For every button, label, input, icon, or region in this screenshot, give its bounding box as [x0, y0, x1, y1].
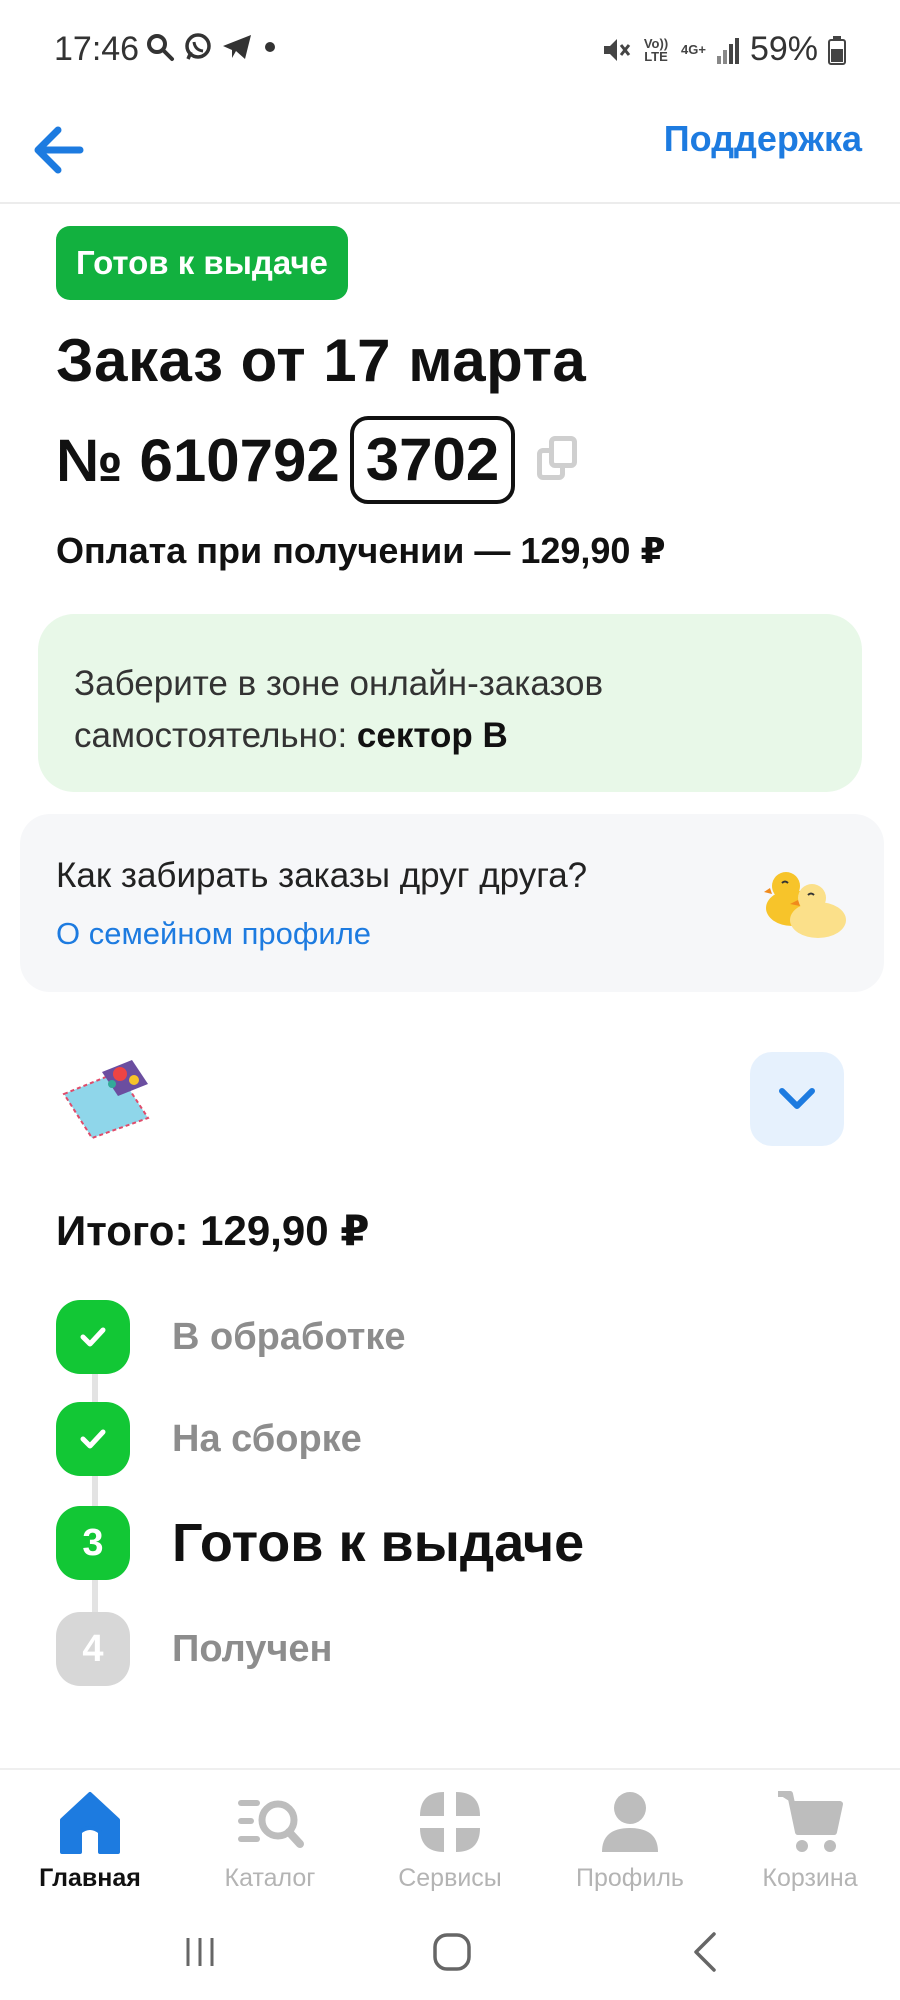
nav-label: Сервисы — [398, 1864, 502, 1892]
step-received: 4 Получен — [56, 1612, 333, 1686]
order-title: Заказ от 17 марта — [56, 327, 587, 394]
volte-icon: Vo)) LTE — [643, 35, 669, 64]
home-button-icon[interactable] — [430, 1930, 474, 1974]
home-icon — [60, 1792, 120, 1854]
back-button-icon[interactable] — [686, 1930, 726, 1974]
status-time: 17:46 — [54, 30, 140, 68]
pickup-info-card: Заберите в зоне онлайн-заказов самостоят… — [38, 614, 862, 792]
step-assembly: На сборке — [56, 1402, 362, 1476]
step-label: На сборке — [172, 1417, 362, 1460]
nav-label: Корзина — [762, 1864, 858, 1892]
family-profile-card[interactable]: Как забирать заказы друг друга? О семейн… — [20, 814, 884, 992]
step-ready: 3 Готов к выдаче — [56, 1506, 584, 1580]
arrow-left-icon[interactable] — [26, 118, 90, 182]
order-number-suffix: 3702 — [349, 416, 516, 504]
status-bar: 17:46 Vo)) LTE 4G+ 59% — [0, 0, 900, 100]
chevron-down-icon — [779, 1088, 815, 1109]
pickup-sector: сектор В — [356, 716, 508, 755]
baby-mat-image[interactable] — [58, 1054, 152, 1140]
search-icon — [147, 34, 174, 61]
step-marker — [56, 1402, 130, 1476]
payment-info: Оплата при получении — 129,90 ₽ — [56, 530, 666, 571]
step-label: Готов к выдаче — [172, 1513, 585, 1573]
app-header: Поддержка — [0, 100, 900, 204]
profile-icon — [602, 1792, 658, 1852]
family-profile-link[interactable]: О семейном профиле — [56, 916, 371, 952]
recent-apps-icon[interactable] — [180, 1932, 220, 1972]
nav-cart[interactable]: Корзина — [720, 1786, 900, 1893]
services-grid-icon — [420, 1792, 480, 1852]
support-link[interactable]: Поддержка — [664, 118, 862, 160]
battery-percent: 59% — [749, 30, 818, 68]
family-question: Как забирать заказы друг друга? — [56, 856, 588, 895]
step-label: Получен — [172, 1627, 333, 1670]
check-icon — [80, 1327, 106, 1347]
catalog-search-icon — [238, 1800, 304, 1848]
step-label: В обработке — [172, 1315, 406, 1358]
nav-home[interactable]: Главная — [0, 1786, 180, 1893]
order-total: Итого: 129,90 ₽ — [56, 1207, 370, 1254]
step-marker: 4 — [56, 1612, 130, 1686]
system-navigation-bar — [0, 1902, 900, 2000]
nav-catalog[interactable]: Каталог — [180, 1786, 360, 1893]
status-left-icons — [145, 32, 279, 62]
network-arrows-icon: 4G+ — [681, 42, 706, 57]
check-icon — [80, 1429, 106, 1449]
ducks-icon — [764, 872, 846, 938]
mute-icon — [604, 38, 631, 61]
battery-icon — [828, 35, 846, 65]
step-processing: В обработке — [56, 1300, 406, 1374]
bottom-navigation: Главная Каталог Сервисы Профиль Корзина — [0, 1768, 900, 1902]
pickup-text: Заберите в зоне онлайн-заказов самостоят… — [74, 664, 604, 755]
order-number: № 610792 3702 — [56, 416, 579, 504]
nav-label: Каталог — [224, 1864, 316, 1892]
dot-icon — [265, 42, 275, 52]
expand-items-button[interactable] — [750, 1052, 844, 1146]
step-marker: 3 — [56, 1506, 130, 1580]
nav-label: Профиль — [576, 1864, 684, 1892]
order-number-prefix: № 610792 — [56, 426, 340, 494]
telegram-icon — [223, 35, 251, 59]
status-right-icons: Vo)) LTE 4G+ 59% — [601, 30, 846, 69]
status-badge: Готов к выдаче — [56, 226, 348, 300]
nav-label: Главная — [39, 1864, 141, 1892]
copy-icon[interactable] — [537, 436, 579, 484]
step-marker — [56, 1300, 130, 1374]
nav-services[interactable]: Сервисы — [360, 1786, 540, 1893]
whatsapp-icon — [185, 33, 211, 60]
cart-icon — [778, 1791, 843, 1852]
nav-profile[interactable]: Профиль — [540, 1786, 720, 1893]
signal-icon — [716, 37, 739, 64]
